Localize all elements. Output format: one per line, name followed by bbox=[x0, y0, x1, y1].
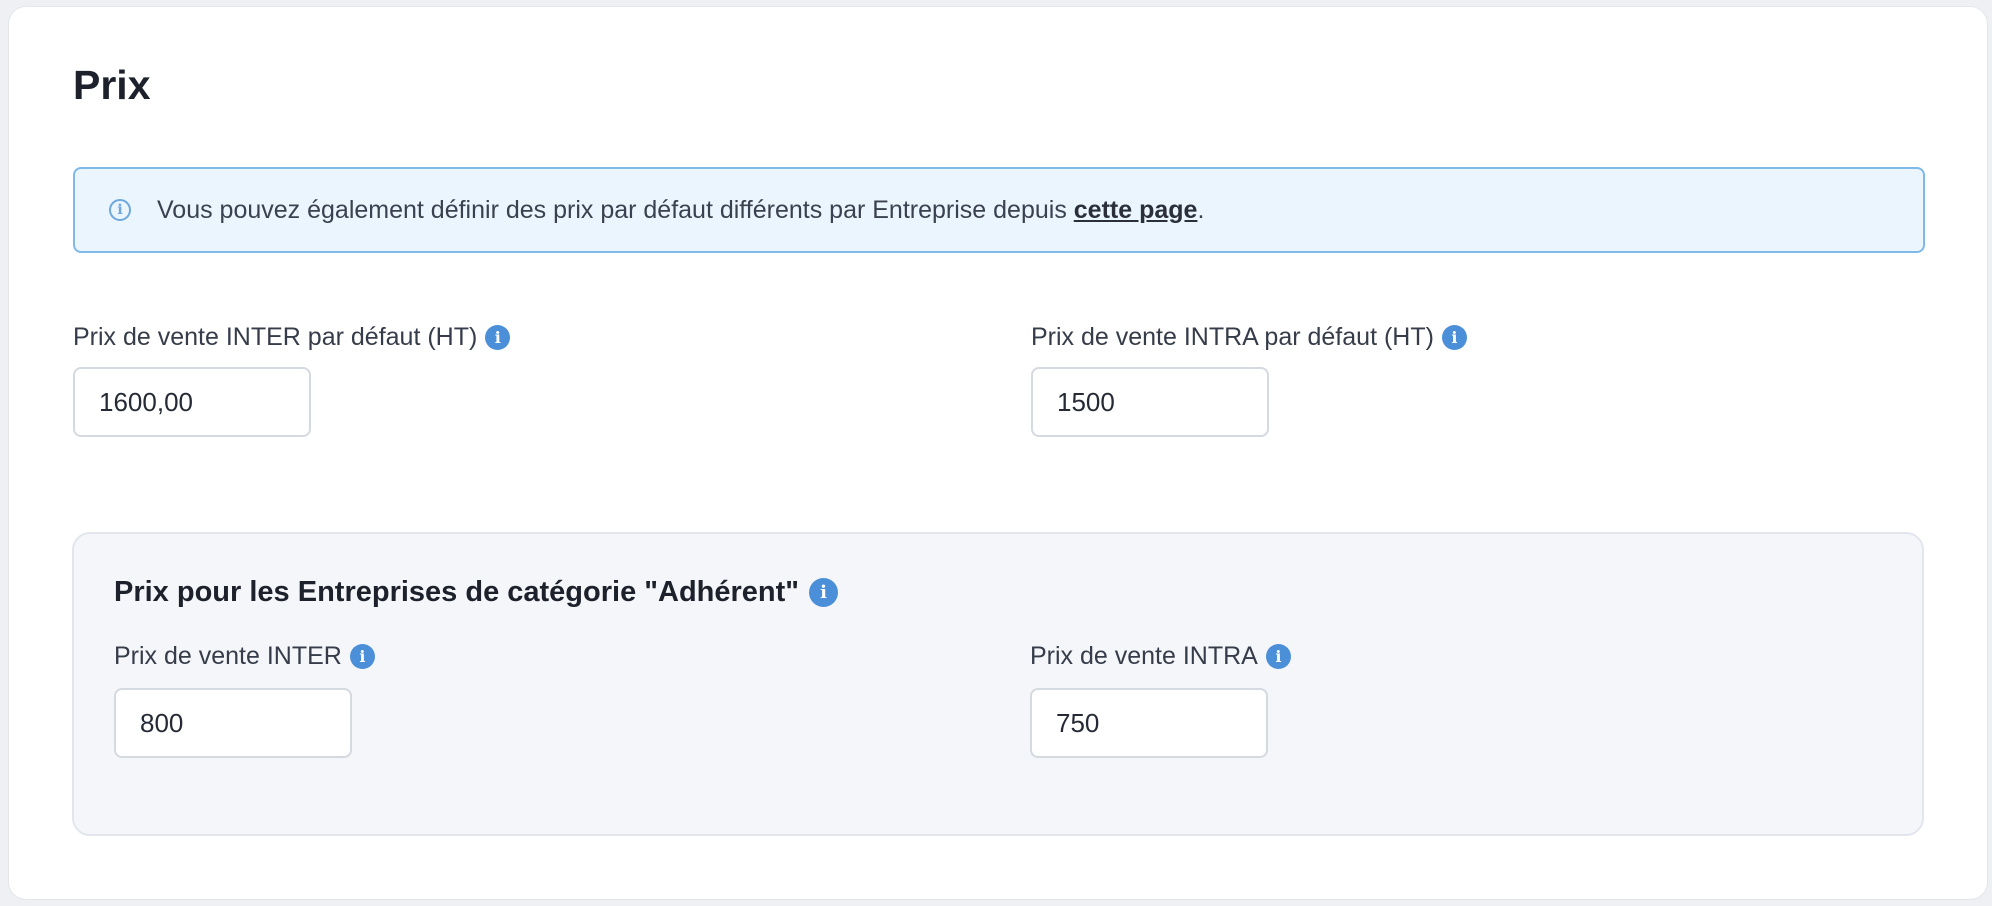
default-intra-label: Prix de vente INTRA par défaut (HT) i bbox=[1031, 323, 1467, 352]
info-banner-text-before: Vous pouvez également définir des prix p… bbox=[157, 195, 1074, 224]
default-intra-price-input[interactable] bbox=[1031, 367, 1269, 437]
info-icon[interactable]: i bbox=[1265, 644, 1291, 669]
category-intra-price-input[interactable] bbox=[1030, 688, 1268, 758]
category-intra-label: Prix de vente INTRA i bbox=[1030, 642, 1291, 671]
section-title: Prix bbox=[73, 62, 151, 108]
info-outline-icon: i bbox=[109, 199, 131, 221]
category-intra-label-text: Prix de vente INTRA bbox=[1030, 642, 1258, 670]
info-banner-text: Vous pouvez également définir des prix p… bbox=[157, 196, 1204, 225]
default-inter-label: Prix de vente INTER par défaut (HT) i bbox=[73, 323, 511, 352]
cette-page-link[interactable]: cette page bbox=[1074, 196, 1198, 224]
category-prices-title-text: Prix pour les Entreprises de catégorie "… bbox=[114, 576, 800, 608]
default-intra-label-text: Prix de vente INTRA par défaut (HT) bbox=[1031, 323, 1434, 351]
info-banner-text-after: . bbox=[1197, 195, 1205, 224]
default-inter-price-input[interactable] bbox=[73, 367, 311, 437]
category-prices-title: Prix pour les Entreprises de catégorie "… bbox=[114, 576, 839, 609]
category-inter-price-input[interactable] bbox=[114, 688, 352, 758]
info-icon[interactable]: i bbox=[349, 644, 375, 669]
category-inter-label: Prix de vente INTER i bbox=[114, 642, 375, 671]
info-icon[interactable]: i bbox=[1441, 325, 1467, 350]
category-prices-panel: Prix pour les Entreprises de catégorie "… bbox=[72, 532, 1924, 836]
category-inter-label-text: Prix de vente INTER bbox=[114, 642, 342, 670]
default-inter-label-text: Prix de vente INTER par défaut (HT) bbox=[73, 323, 478, 351]
info-icon[interactable]: i bbox=[485, 325, 511, 350]
info-icon[interactable]: i bbox=[809, 578, 839, 607]
info-banner: i Vous pouvez également définir des prix… bbox=[73, 167, 1925, 253]
